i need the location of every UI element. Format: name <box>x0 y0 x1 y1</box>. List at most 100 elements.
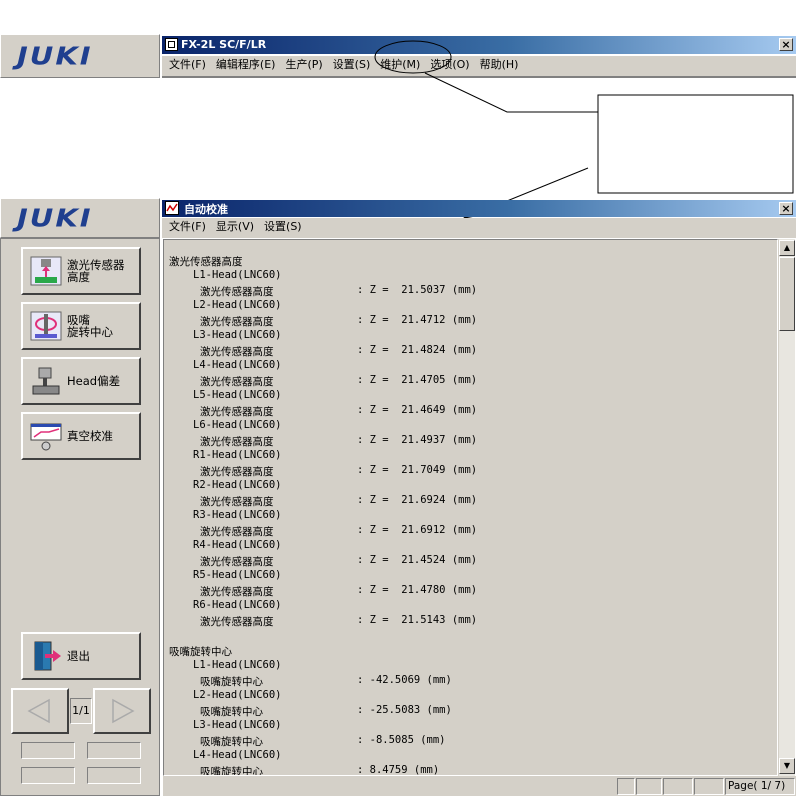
menu-view[interactable]: 显示(V) <box>211 218 259 236</box>
report-line: 激光传感器高度: Z = 21.4824 (mm) <box>164 344 764 358</box>
report-line: L3-Head(LNC60) <box>164 329 764 343</box>
report-label: 激光传感器高度 <box>200 556 274 568</box>
report-line: L6-Head(LNC60) <box>164 419 764 433</box>
report-label: 激光传感器高度 <box>200 586 274 598</box>
report-label: R4-Head(LNC60) <box>193 539 282 551</box>
laser-sensor-height-button[interactable]: 激光传感器 高度 <box>21 247 141 295</box>
empty-slot <box>21 742 75 759</box>
report-label: 吸嘴旋转中心 <box>200 766 263 776</box>
vacuum-calibration-button[interactable]: 真空校准 <box>21 412 141 460</box>
status-bar: Page( 1/ 7) <box>163 776 796 796</box>
report-line: 激光传感器高度: Z = 21.6912 (mm) <box>164 524 764 538</box>
button-label: 真空校准 <box>67 429 113 443</box>
report-line: 激光传感器高度 <box>164 254 764 268</box>
report-value: : -8.5085 (mm) <box>357 734 446 746</box>
report-line: R4-Head(LNC60) <box>164 539 764 553</box>
report-label: 吸嘴旋转中心 <box>200 676 263 688</box>
report-label: 吸嘴旋转中心 <box>169 646 232 658</box>
report-line: 激光传感器高度 : Z = 21.5037 (mm) <box>164 284 764 298</box>
dialog-menubar: 文件(F) 显示(V) 设置(S) <box>162 218 796 238</box>
report-value: : Z = 21.4780 (mm) <box>357 584 478 596</box>
page-indicator-box: 1/1 <box>70 698 92 724</box>
exit-button[interactable]: 退出 <box>21 632 141 680</box>
next-page-button[interactable] <box>93 688 151 734</box>
report-line: L4-Head(LNC60) <box>164 359 764 373</box>
report-label: 激光传感器高度 <box>169 256 243 268</box>
scroll-thumb[interactable] <box>779 257 795 331</box>
right-arrow-icon <box>112 698 135 724</box>
report-label: L4-Head(LNC60) <box>193 749 282 761</box>
report-label: R6-Head(LNC60) <box>193 599 282 611</box>
report-value: : Z = 21.5037 (mm) <box>357 284 478 296</box>
page-status-text: Page( 1/ 7) <box>728 780 786 792</box>
report-line <box>164 629 764 643</box>
report-label: 激光传感器高度 <box>200 406 274 418</box>
report-content: 激光传感器高度 L1-Head(LNC60) 激光传感器高度: Z = 21.503… <box>163 239 778 776</box>
report-label: L3-Head(LNC60) <box>193 329 282 341</box>
left-arrow-icon <box>27 698 50 724</box>
scroll-up-button[interactable]: ▲ <box>779 240 795 256</box>
scroll-down-button[interactable]: ▼ <box>779 758 795 774</box>
report-label: L2-Head(LNC60) <box>193 299 282 311</box>
report-line: 吸嘴旋转中心 : -42.5069 (mm) <box>164 674 764 688</box>
report-line: 吸嘴旋转中心: 8.4759 (mm) <box>164 764 764 776</box>
report-label: L5-Head(LNC60) <box>193 389 282 401</box>
dialog-logo-panel: JUKI <box>0 198 160 238</box>
button-label: 退出 <box>67 649 90 663</box>
vertical-scrollbar[interactable]: ▲ ▼ <box>778 239 795 776</box>
report-line: 激光传感器高度 : Z = 21.4649 (mm) <box>164 404 764 418</box>
menu-settings[interactable]: 设置(S) <box>259 218 307 236</box>
report-line: L1-Head(LNC60) <box>164 269 764 283</box>
report-line: 激光传感器高度 : Z = 21.4780 (mm) <box>164 584 764 598</box>
report-line: 激光传感器高度: Z = 21.4712 (mm) <box>164 314 764 328</box>
report-line: L2-Head(LNC60) <box>164 689 764 703</box>
report-value: : Z = 21.7049 (mm) <box>357 464 478 476</box>
report-line: R1-Head(LNC60) <box>164 449 764 463</box>
dialog-titlebar: 自动校准 × <box>162 200 796 217</box>
report-label: L6-Head(LNC60) <box>193 419 282 431</box>
report-line: L2-Head(LNC60) <box>164 299 764 313</box>
report-value: : Z = 21.4524 (mm) <box>357 554 478 566</box>
button-label: 旋转中心 <box>67 325 113 339</box>
report-line: L3-Head(LNC60) <box>164 719 764 733</box>
status-cell <box>617 778 635 795</box>
status-cell <box>694 778 724 795</box>
nozzle-rotation-center-button[interactable]: 吸嘴 旋转中心 <box>21 302 141 350</box>
report-label: 吸嘴旋转中心 <box>200 736 263 748</box>
status-cell <box>663 778 693 795</box>
empty-slot <box>87 767 141 784</box>
report-line: R2-Head(LNC60) <box>164 479 764 493</box>
report-value: : Z = 21.4649 (mm) <box>357 404 478 416</box>
report-label: R2-Head(LNC60) <box>193 479 282 491</box>
nozzle-rotation-icon <box>29 310 63 342</box>
button-label: Head偏差 <box>67 374 121 388</box>
head-offset-button[interactable]: Head偏差 <box>21 357 141 405</box>
report-line: R3-Head(LNC60) <box>164 509 764 523</box>
report-label: L1-Head(LNC60) <box>193 659 282 671</box>
report-label: 激光传感器高度 <box>200 616 274 628</box>
report-label: 吸嘴旋转中心 <box>200 706 263 718</box>
sidebar: 激光传感器 高度 吸嘴 旋转中心 Head偏差 真空校准 退出 1/1 <box>0 238 160 796</box>
empty-slot <box>87 742 141 759</box>
report-value: : Z = 21.4824 (mm) <box>357 344 478 356</box>
report-line: 吸嘴旋转中心 : -8.5085 (mm) <box>164 734 764 748</box>
head-offset-icon <box>29 365 63 397</box>
calibration-window-icon <box>165 201 179 215</box>
dialog-close-button[interactable]: × <box>779 202 793 215</box>
report-line: R5-Head(LNC60) <box>164 569 764 583</box>
report-label: 激光传感器高度 <box>200 496 274 508</box>
report-line: 激光传感器高度 : Z = 21.4524 (mm) <box>164 554 764 568</box>
report-text: 激光传感器高度 L1-Head(LNC60) 激光传感器高度: Z = 21.503… <box>164 240 777 775</box>
report-label: 激光传感器高度 <box>200 286 274 298</box>
menu-file[interactable]: 文件(F) <box>164 218 211 236</box>
previous-page-button[interactable] <box>11 688 69 734</box>
report-line: L1-Head(LNC60) <box>164 659 764 673</box>
laser-sensor-icon <box>29 255 63 287</box>
button-label: 高度 <box>67 270 90 284</box>
report-value: : -42.5069 (mm) <box>357 674 452 686</box>
juki-logo: JUKI <box>17 203 93 233</box>
report-line: 吸嘴旋转中心 <box>164 644 764 658</box>
report-value: : Z = 21.4705 (mm) <box>357 374 478 386</box>
report-label: 激光传感器高度 <box>200 466 274 478</box>
report-label: 激光传感器高度 <box>200 316 274 328</box>
